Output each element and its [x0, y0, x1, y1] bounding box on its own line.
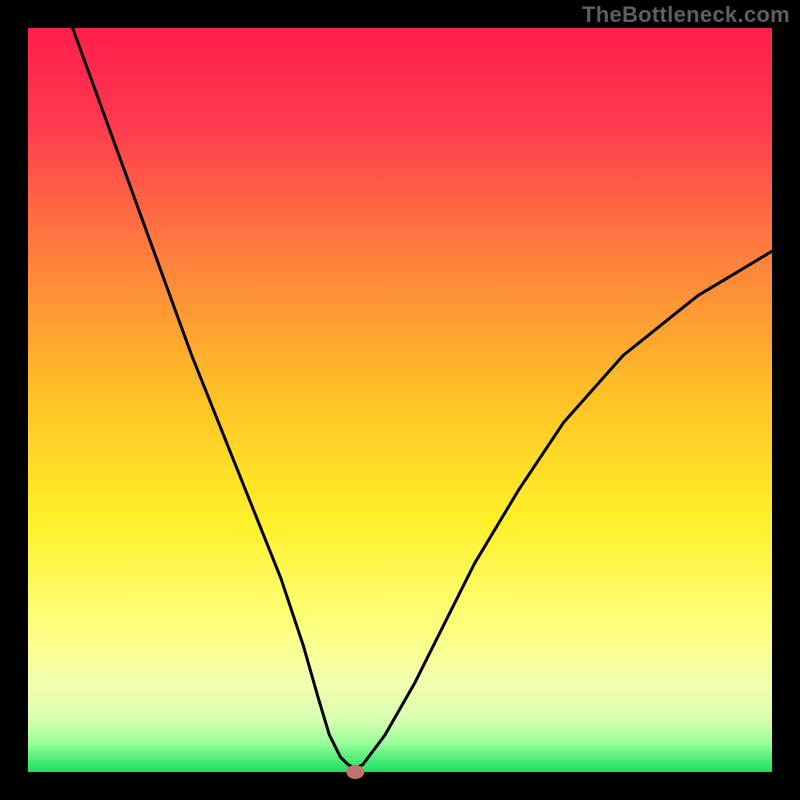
watermark-text: TheBottleneck.com	[582, 2, 790, 28]
optimum-marker	[346, 765, 364, 779]
plot-background	[28, 28, 772, 772]
bottleneck-chart	[0, 0, 800, 800]
